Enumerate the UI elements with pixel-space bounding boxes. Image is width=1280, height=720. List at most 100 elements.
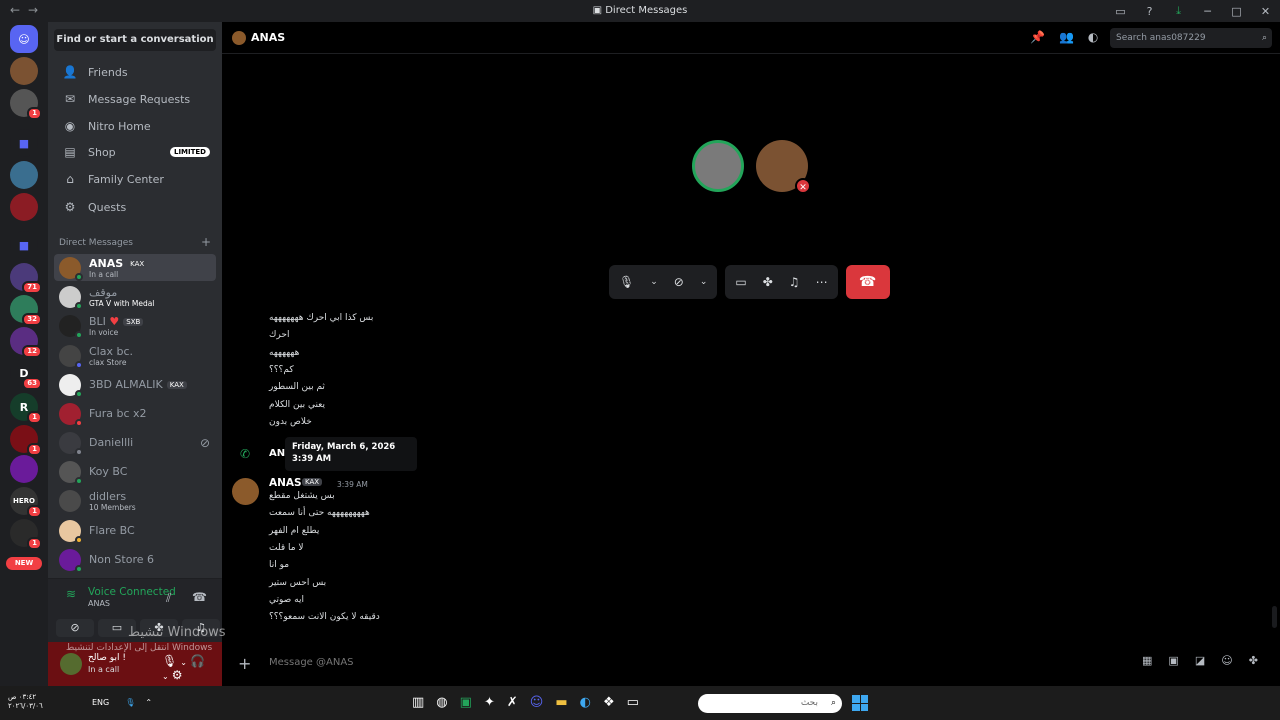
server-icon[interactable]: HERO 1	[10, 487, 42, 518]
search-input[interactable]: Search anas087229 ⌕	[1110, 28, 1272, 48]
dm-name: Flare BC	[89, 524, 135, 537]
microphone-icon[interactable]: 🎙	[162, 654, 180, 668]
avatar[interactable]	[232, 478, 259, 505]
pin-icon[interactable]: 📌	[1030, 30, 1059, 44]
apps-icon[interactable]: ✤	[1249, 654, 1274, 667]
app-icon[interactable]: ▥	[412, 695, 436, 710]
message-text: دقيقه لا يكون الانت سمعو؟؟؟	[269, 612, 380, 622]
avatar[interactable]	[60, 653, 82, 675]
server-icon[interactable]	[10, 57, 38, 85]
maximize-icon[interactable]: □	[1222, 5, 1251, 18]
disconnect-icon[interactable]: ☎	[192, 590, 207, 604]
profile-icon[interactable]: ◐	[1088, 30, 1112, 44]
copilot-icon[interactable]: ❖	[603, 695, 627, 710]
chat-title[interactable]: ANAS	[251, 31, 285, 44]
edge-icon[interactable]: ◐	[580, 695, 603, 710]
close-icon[interactable]: ✕	[1251, 5, 1280, 18]
nav-nitro-home[interactable]: ◉ Nitro Home	[54, 114, 216, 138]
chevron-up-icon[interactable]: ⌃	[145, 698, 152, 707]
participant-avatar[interactable]: ✕	[756, 140, 811, 194]
discord-icon[interactable]: ☺	[530, 695, 556, 710]
server-icon[interactable]: R1	[10, 393, 42, 424]
clock[interactable]: ٠٣:٤٢ ص ٢٠٢٦/٠٣/٠٦	[8, 693, 43, 711]
headphones-icon[interactable]: 🎧	[190, 654, 208, 668]
camera-off-button[interactable]: ⊘	[56, 619, 94, 637]
dm-item[interactable]: Clax bc. clax Store	[54, 342, 216, 369]
chevron-down-icon[interactable]: ⌄	[650, 277, 658, 287]
unread-badge: 1	[27, 443, 42, 456]
server-icon[interactable]: 1	[10, 519, 42, 550]
microphone-icon[interactable]: 🎙	[619, 275, 634, 289]
end-call-button[interactable]: ☎	[845, 265, 890, 299]
create-dm-icon[interactable]: +	[201, 236, 211, 248]
server-icon[interactable]: 1	[10, 89, 42, 120]
inbox-icon[interactable]: ▭	[1106, 5, 1135, 18]
nav-message-requests[interactable]: ✉ Message Requests	[54, 87, 216, 111]
dm-item[interactable]: Daniellli ⊘	[54, 429, 216, 456]
nav-friends[interactable]: 👤 Friends	[54, 60, 216, 84]
server-icon[interactable]	[10, 455, 38, 483]
start-button[interactable]	[852, 695, 868, 711]
message-text: يعني بين الكلام	[269, 400, 326, 410]
nav-family-center[interactable]: ⌂ Family Center	[54, 167, 216, 191]
message-input[interactable]	[269, 657, 969, 668]
participant-avatar[interactable]	[692, 140, 744, 192]
help-icon[interactable]: ?	[1135, 5, 1164, 18]
sticker-icon[interactable]: ◪	[1195, 654, 1221, 667]
activities-icon[interactable]: ✤	[763, 275, 773, 289]
chevron-down-icon[interactable]: ⌄	[700, 277, 708, 287]
dm-item[interactable]: Flare BC	[54, 517, 216, 544]
screen-share-icon[interactable]: ▭	[735, 275, 746, 289]
folder-icon[interactable]: ■	[10, 231, 38, 259]
dm-item[interactable]: BLI ♥ SXB In voice	[54, 312, 216, 339]
scrollbar[interactable]	[1272, 606, 1277, 628]
server-icon[interactable]: 12	[10, 327, 42, 358]
voice-channel[interactable]: ANAS	[88, 599, 110, 608]
app-icon[interactable]: ✦	[484, 695, 507, 710]
clan-tag: KAX	[127, 259, 148, 268]
app-icon[interactable]: ▣	[460, 695, 484, 710]
server-icon[interactable]	[10, 161, 38, 189]
camera-off-icon[interactable]: ⊘	[674, 275, 684, 289]
steam-icon[interactable]: ◍	[436, 695, 459, 710]
task-view-icon[interactable]: ▭	[627, 695, 651, 710]
find-conversation-button[interactable]: Find or start a conversation	[54, 29, 216, 51]
server-icon[interactable]: 71	[10, 263, 42, 294]
gif-icon[interactable]: ▣	[1168, 654, 1194, 667]
home-button[interactable]: ☺	[10, 25, 38, 53]
clan-tag: SXB	[123, 317, 144, 326]
dm-item[interactable]: Koy BC	[54, 458, 216, 485]
soundboard-icon[interactable]: ♫	[789, 275, 800, 289]
message-author[interactable]: ANAS	[269, 477, 302, 489]
dm-item[interactable]: didlers 10 Members	[54, 487, 216, 514]
noise-suppression-icon[interactable]: ⫽	[166, 591, 171, 606]
file-explorer-icon[interactable]: ▬	[555, 695, 579, 710]
dm-item[interactable]: 3BD ALMALIK KAX	[54, 371, 216, 398]
download-icon[interactable]: ⤓	[1164, 4, 1193, 18]
nav-quests[interactable]: ⚙ Quests	[54, 195, 216, 219]
language-indicator[interactable]: ENG 🎙 ⌃	[92, 698, 152, 707]
add-friends-icon[interactable]: 👥	[1059, 30, 1088, 44]
more-icon[interactable]: ⋯	[816, 275, 828, 289]
emoji-icon[interactable]: ☺	[1221, 654, 1248, 667]
gift-icon[interactable]: ▦	[1142, 654, 1168, 667]
minimize-icon[interactable]: ─	[1193, 5, 1222, 18]
nav-label: Shop	[88, 145, 116, 159]
nitro-icon: ◉	[64, 119, 76, 133]
dm-item[interactable]: Fura bc x2	[54, 400, 216, 427]
folder-icon[interactable]: ■	[10, 129, 38, 157]
chevron-down-icon[interactable]: ⌄	[180, 658, 190, 667]
upload-icon[interactable]: +	[238, 654, 251, 673]
dm-item[interactable]: موقف GTA V with Medal	[54, 283, 216, 310]
settings-icon[interactable]: ⚙	[172, 668, 186, 682]
taskbar-search[interactable]: بحث ⌕	[698, 694, 842, 713]
server-icon[interactable]: 32	[10, 295, 42, 326]
server-icon[interactable]: 1	[10, 425, 42, 456]
server-icon[interactable]: D 63	[10, 359, 42, 390]
dm-item[interactable]: ANAS KAX In a call	[54, 254, 216, 281]
chevron-down-icon[interactable]: ⌄	[162, 672, 172, 681]
server-icon[interactable]	[10, 193, 38, 221]
dm-item[interactable]: Non Store 6	[54, 546, 216, 573]
app-icon[interactable]: ✗	[507, 695, 530, 710]
nav-shop[interactable]: ▤ Shop LIMITED	[54, 140, 216, 164]
